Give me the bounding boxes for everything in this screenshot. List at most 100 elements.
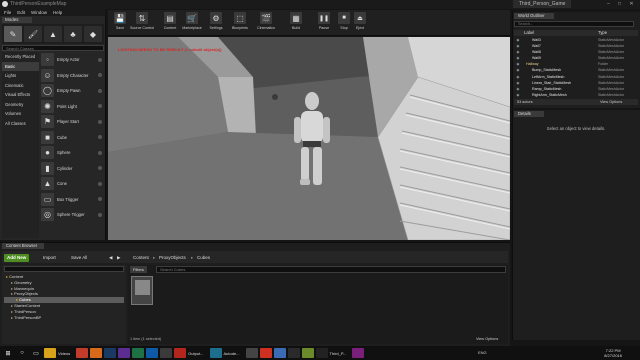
settings-toolbar-button[interactable]: ⚙ Settings — [206, 12, 226, 34]
breadcrumb-content[interactable]: Content — [130, 254, 152, 262]
placeable-item[interactable]: ◎ Sphere Trigger — [40, 207, 104, 223]
paint-mode-icon[interactable]: 🖌 — [24, 26, 42, 42]
save-toolbar-button[interactable]: 💾 Save — [110, 12, 130, 34]
minimize-icon[interactable]: – — [604, 1, 613, 8]
menu-window[interactable]: Window — [31, 9, 47, 16]
app-icon[interactable] — [301, 348, 314, 358]
info-icon[interactable] — [98, 166, 102, 171]
menu-edit[interactable]: Edit — [17, 9, 25, 16]
content-icon: ▤ — [164, 12, 176, 24]
lighting-warning: LIGHTING NEEDS TO BE REBUILT (1 unbuilt … — [118, 47, 222, 52]
file-explorer-icon[interactable] — [44, 348, 56, 358]
info-icon[interactable] — [98, 212, 102, 217]
menu-help[interactable]: Help — [53, 9, 62, 16]
search-classes-input[interactable]: Search Classes — [2, 45, 104, 51]
close-icon[interactable]: ✕ — [627, 1, 636, 8]
chrome-icon[interactable] — [76, 348, 89, 358]
outliner-col-label[interactable]: Label — [524, 30, 534, 36]
level-viewport[interactable] — [108, 37, 510, 240]
task-view-icon[interactable]: ▭ — [30, 348, 42, 358]
world-outliner-tab[interactable]: World Outliner — [514, 13, 554, 19]
category-item[interactable]: Cinematic — [2, 81, 39, 91]
placeable-item[interactable]: ☺ Empty Character — [40, 68, 104, 84]
unreal-icon[interactable] — [315, 348, 328, 358]
placeable-item[interactable]: ■ Cube — [40, 130, 104, 146]
maximize-icon[interactable]: □ — [615, 1, 624, 8]
info-icon[interactable] — [98, 181, 102, 186]
category-item[interactable]: Visual Effects — [2, 90, 39, 100]
info-icon[interactable] — [98, 104, 102, 109]
save-all-button[interactable]: Save All — [68, 254, 90, 262]
excel-icon[interactable] — [132, 348, 145, 358]
info-icon[interactable] — [98, 135, 102, 140]
app-icon[interactable] — [273, 348, 286, 358]
content-toolbar-button[interactable]: ▤ Content — [160, 12, 180, 34]
outliner-col-type[interactable]: Type — [598, 30, 607, 36]
import-button[interactable]: Import — [40, 254, 59, 262]
acrobat-icon[interactable] — [174, 348, 187, 358]
add-new-button[interactable]: Add New — [4, 254, 30, 262]
category-item[interactable]: Basic — [2, 61, 39, 71]
cinematics-toolbar-button[interactable]: 🎬 Cinematics — [256, 12, 276, 34]
marketplace-toolbar-button[interactable]: 🛒 Marketplace — [182, 12, 202, 34]
placeable-item[interactable]: ▭ Box Trigger — [40, 192, 104, 208]
geometry-mode-icon[interactable]: ◆ — [84, 26, 102, 42]
app-icon[interactable] — [160, 348, 173, 358]
eject-toolbar-button[interactable]: ⏏ Eject — [350, 12, 370, 34]
place-mode-icon[interactable]: ✎ — [4, 26, 22, 42]
details-tab[interactable]: Details — [514, 111, 544, 117]
autodesk-icon[interactable] — [209, 348, 222, 358]
modes-tab[interactable]: Modes — [2, 17, 32, 23]
placeable-item[interactable]: ▮ Cylinder — [40, 161, 104, 177]
info-icon[interactable] — [98, 150, 102, 155]
breadcrumb-proxyobjects[interactable]: ProxyObjects — [156, 254, 189, 262]
firefox-icon[interactable] — [90, 348, 103, 358]
menu-file[interactable]: File — [4, 9, 11, 16]
foliage-mode-icon[interactable]: ♣ — [64, 26, 82, 42]
category-item[interactable]: Recently Placed — [2, 52, 39, 62]
info-icon[interactable] — [98, 57, 102, 62]
outliner-rows: ◉ Wall3 StaticMeshActor ◉ Wall7 StaticMeshAct… — [514, 37, 638, 104]
info-icon[interactable] — [98, 88, 102, 93]
info-icon[interactable] — [98, 197, 102, 202]
media-player-icon[interactable] — [259, 348, 272, 358]
search-assets-input[interactable]: Search Cubes — [156, 266, 506, 273]
outliner-search-input[interactable]: Search... — [514, 21, 634, 27]
content-browser-tab[interactable]: Content Browser — [2, 243, 44, 249]
photoshop-icon[interactable] — [104, 348, 117, 358]
outliner-view-options[interactable]: View Options — [600, 99, 622, 105]
info-icon[interactable] — [98, 73, 102, 78]
forward-icon[interactable]: ▶ — [114, 254, 123, 262]
app-icon[interactable] — [352, 348, 365, 358]
taskbar-clock[interactable]: 7:22 PM 8/27/2016 — [604, 348, 622, 358]
folder-search-input[interactable] — [4, 266, 124, 272]
placeable-item[interactable]: ▲ Cone — [40, 176, 104, 192]
cortana-icon[interactable]: ○ — [16, 348, 28, 358]
breadcrumb-cubes[interactable]: Cubes — [194, 254, 213, 262]
windows-start-icon[interactable]: ⊞ — [2, 348, 14, 358]
category-item[interactable]: Volumes — [2, 109, 39, 119]
pause-toolbar-button[interactable]: ❚❚ Pause — [314, 12, 334, 34]
placeable-item[interactable]: ◦ Empty Actor — [40, 52, 104, 68]
app-icon[interactable] — [287, 348, 300, 358]
category-item[interactable]: Geometry — [2, 100, 39, 110]
outlook-icon[interactable] — [146, 348, 159, 358]
source-control-toolbar-button[interactable]: ⇅ Source Control — [130, 12, 154, 34]
filters-button[interactable]: Filters — [130, 266, 147, 273]
blueprints-toolbar-button[interactable]: ⬚ Blueprints — [230, 12, 250, 34]
app-icon[interactable] — [245, 348, 258, 358]
category-item[interactable]: All Classes — [2, 119, 39, 129]
placeable-item[interactable]: ✺ Point Light — [40, 99, 104, 115]
build-toolbar-button[interactable]: ▦ Build — [286, 12, 306, 34]
content-view-options[interactable]: View Options — [476, 337, 498, 341]
visual-studio-icon[interactable] — [118, 348, 131, 358]
folder-tree-item[interactable]: ▸ ThirdPersonBP — [4, 315, 124, 321]
placeable-item[interactable]: ⚑ Player Start — [40, 114, 104, 130]
landscape-mode-icon[interactable]: ▲ — [44, 26, 62, 42]
info-icon[interactable] — [98, 119, 102, 124]
category-item[interactable]: Lights — [2, 71, 39, 81]
tray-language[interactable]: ENG — [478, 350, 487, 355]
placeable-item[interactable]: ● Sphere — [40, 145, 104, 161]
asset-tile[interactable] — [131, 276, 153, 305]
placeable-item[interactable]: ◯ Empty Pawn — [40, 83, 104, 99]
